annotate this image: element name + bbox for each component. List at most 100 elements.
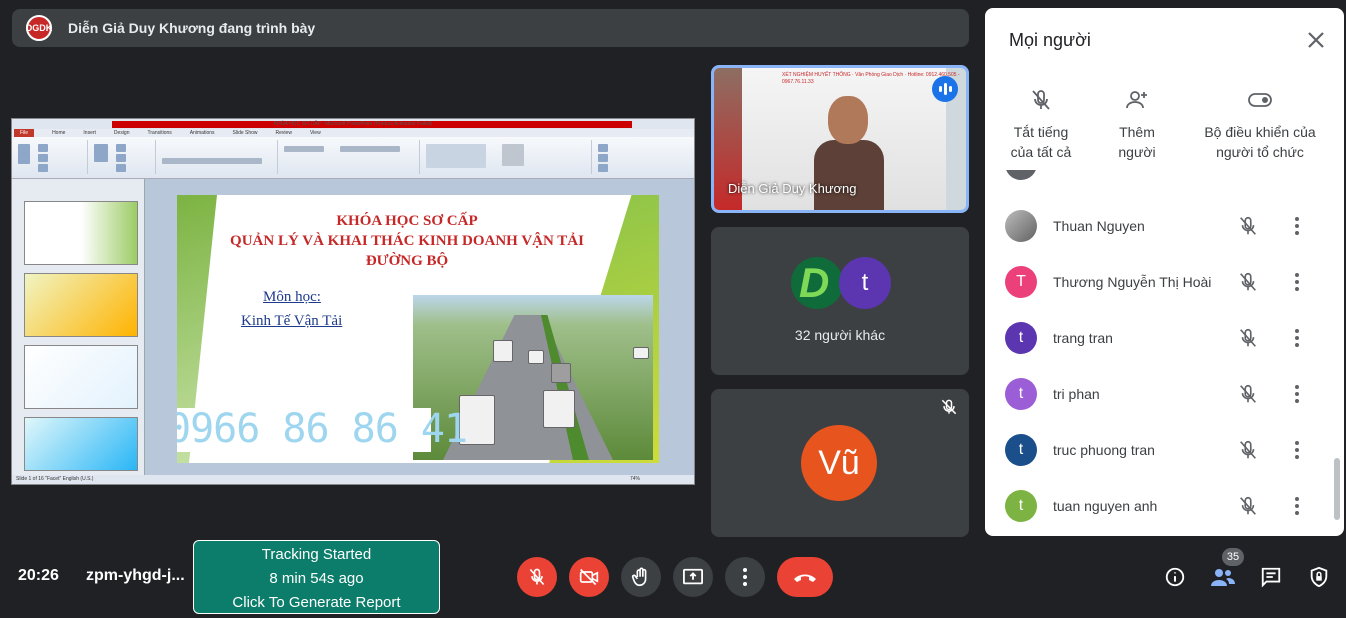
people-button[interactable] [1209, 563, 1237, 591]
format-painter-icon [38, 164, 48, 172]
tracking-report-button[interactable]: Tracking Started 8 min 54s ago Click To … [193, 540, 440, 614]
copy-icon [38, 154, 48, 162]
participant-list: Thuan Nguyen T Thương Nguyễn Thị Hoài t … [985, 170, 1344, 536]
mic-off-icon[interactable] [1237, 271, 1259, 293]
more-options-icon[interactable] [1287, 215, 1307, 237]
leave-call-button[interactable] [777, 557, 833, 597]
present-icon [683, 568, 703, 585]
mute-all-button[interactable]: Tắt tiếng của tất cả [1009, 88, 1073, 162]
host-controls-button[interactable]: Bộ điều khiển của người tổ chức [1197, 88, 1323, 162]
ppt-zoom: 74% [629, 476, 640, 482]
other-participants-tile[interactable]: D t 32 người khác [711, 227, 969, 375]
mic-off-icon[interactable] [1237, 327, 1259, 349]
present-screen-button[interactable] [673, 557, 713, 597]
action-label: của tất cả [1010, 144, 1072, 160]
participant-avatar: t [1005, 378, 1037, 410]
ppt-titlebar: KHÓA HỌC SƠ CẤP - Microsoft PowerPoint (… [12, 119, 694, 129]
info-icon [1165, 567, 1185, 587]
reset-icon [116, 154, 126, 162]
participant-name: Thuan Nguyen [1053, 218, 1145, 234]
chat-icon [1261, 567, 1281, 588]
panel-title: Mọi người [1009, 30, 1091, 50]
paste-icon [18, 144, 30, 164]
speaking-indicator-icon [932, 76, 958, 102]
mic-off-icon[interactable] [1237, 215, 1259, 237]
more-options-icon[interactable] [1287, 439, 1307, 461]
speaker-tile[interactable]: XÉT NGHIỆM HUYẾT THỐNG · Văn Phòng Giao … [711, 65, 969, 213]
cut-icon [38, 144, 48, 152]
participant-name: trang tran [1053, 330, 1113, 346]
participant-count-badge: 35 [1222, 548, 1244, 566]
panel-scrollbar[interactable] [1334, 458, 1340, 520]
ppt-tab: Transitions [147, 130, 172, 136]
course-title-line: ĐƯỜNG BỘ [365, 253, 449, 269]
slide-thumbnail [24, 345, 138, 409]
mic-off-icon[interactable] [1237, 439, 1259, 461]
more-options-icon[interactable] [1287, 271, 1307, 293]
participant-row[interactable]: t tuan nguyen anh [985, 478, 1335, 534]
panel-actions: Tắt tiếng của tất cả Thêm người Bộ điều … [985, 88, 1344, 168]
participant-avatar: t [839, 257, 891, 309]
participant-row[interactable]: T Thương Nguyễn Thị Hoài [985, 254, 1335, 310]
mic-off-icon[interactable] [1237, 495, 1259, 517]
presenting-banner: DGDK Diễn Giả Duy Khương đang trình bày [12, 9, 969, 47]
ribbon-group-paragraph [280, 140, 420, 174]
toggle-icon [1248, 93, 1272, 107]
microphone-toggle-button[interactable] [517, 557, 557, 597]
participant-name: Thương Nguyễn Thị Hoài [1053, 274, 1212, 290]
text-direction-icon [340, 146, 400, 152]
self-avatar: Vũ [801, 425, 877, 501]
mic-off-icon [529, 568, 545, 586]
action-label: Tắt tiếng [1013, 124, 1069, 140]
ppt-tab: Animations [189, 130, 215, 136]
self-tile[interactable]: Vũ [711, 389, 969, 537]
meeting-details-button[interactable] [1161, 563, 1189, 591]
presenting-title: Diễn Giả Duy Khương đang trình bày [68, 20, 316, 36]
course-title-line: QUẢN LÝ VÀ KHAI THÁC KINH DOANH VẬN TẢI [230, 233, 584, 249]
course-title-line: KHÓA HỌC SƠ CẤP [336, 213, 478, 229]
ribbon-group-editing [594, 140, 654, 174]
action-label: Thêm [1119, 124, 1155, 140]
more-options-icon[interactable] [1287, 327, 1307, 349]
chat-button[interactable] [1257, 563, 1285, 591]
ppt-title: KHÓA HỌC SƠ CẤP - Microsoft PowerPoint (… [273, 121, 433, 127]
phone-number: 0966 86 86 41 [177, 406, 468, 452]
participant-row[interactable]: Thuan Nguyen [985, 198, 1335, 254]
slide-course-title: KHÓA HỌC SƠ CẤP QUẢN LÝ VÀ KHAI THÁC KIN… [217, 211, 597, 271]
action-label: người tổ chức [1216, 144, 1304, 160]
speaker-body [814, 140, 884, 210]
ppt-tab: View [309, 130, 321, 136]
more-options-button[interactable] [725, 557, 765, 597]
end-call-icon [794, 574, 816, 582]
more-vert-icon [743, 568, 747, 586]
participant-avatar [1005, 210, 1037, 242]
add-people-button[interactable]: Thêm người [1107, 88, 1167, 162]
meeting-code[interactable]: zpm-yhgd-j... [86, 567, 185, 585]
meeting-clock: 20:26 [18, 567, 59, 584]
host-controls-shield-button[interactable] [1305, 563, 1333, 591]
ppt-statusbar: Slide 1 of 16 "Facet" English (U.S.) 74% [12, 475, 694, 484]
participant-row[interactable]: t tri phan [985, 366, 1335, 422]
participant-row[interactable]: t trang tran [985, 310, 1335, 366]
mic-off-icon[interactable] [1237, 383, 1259, 405]
camera-toggle-button[interactable] [569, 557, 609, 597]
speaker-head [828, 96, 868, 144]
participant-row[interactable]: t truc phuong tran [985, 422, 1335, 478]
vehicle [633, 347, 649, 359]
layout-icon [116, 144, 126, 152]
presenter-logo: DGDK [26, 15, 52, 41]
shared-screen: KHÓA HỌC SƠ CẤP - Microsoft PowerPoint (… [11, 118, 695, 485]
action-label: Bộ điều khiển của [1204, 124, 1316, 140]
more-options-icon[interactable] [1287, 495, 1307, 517]
replace-icon [598, 154, 608, 162]
close-icon[interactable] [1304, 28, 1328, 52]
vehicle [543, 390, 575, 428]
vehicle [528, 350, 544, 364]
vehicle [493, 340, 513, 362]
ppt-tab: Insert [83, 130, 96, 136]
more-options-icon[interactable] [1287, 383, 1307, 405]
tracking-line: Click To Generate Report [232, 594, 401, 611]
ppt-thumbnail-pane [12, 179, 145, 475]
raise-hand-button[interactable] [621, 557, 661, 597]
shield-lock-icon [1310, 566, 1328, 588]
